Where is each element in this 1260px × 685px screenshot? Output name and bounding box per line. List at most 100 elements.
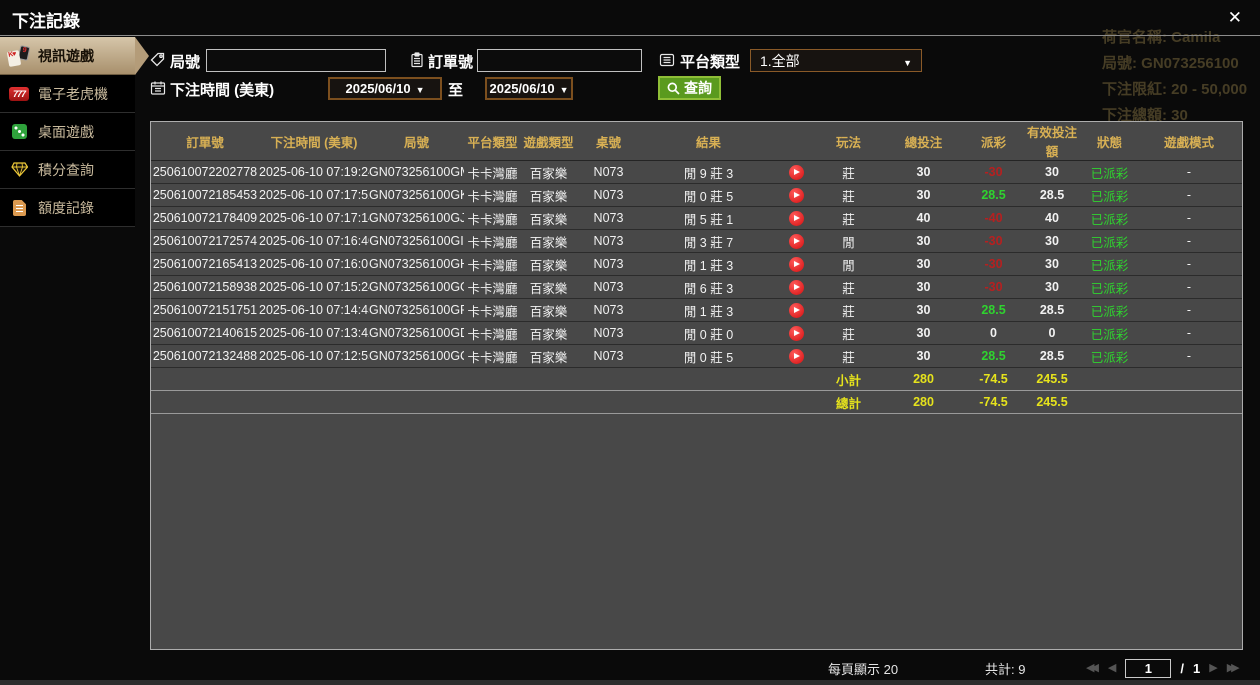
total-row-payout: -74.5	[979, 395, 1008, 409]
chevron-down-icon	[416, 81, 425, 96]
subtotal-row: 小計 280 -74.5 245.5	[151, 367, 1242, 391]
cell-game-type: 百家樂	[529, 304, 568, 319]
cell-round-no: GN073256100GM	[369, 165, 464, 179]
cell-bet-time: 2025-06-10 07:16:40	[259, 234, 369, 248]
cell-empty	[576, 368, 641, 391]
cell-result: 閒 9 莊 3	[683, 166, 734, 181]
chevron-down-icon	[560, 81, 569, 96]
subtotal-row-valid-bet: 245.5	[1036, 372, 1068, 386]
cell-platform: 卡卡灣廳	[467, 189, 518, 204]
cell-status: 已派彩	[1090, 258, 1129, 273]
cell-empty	[369, 368, 464, 391]
cell-status: 已派彩	[1090, 235, 1129, 250]
play-video-icon[interactable]	[788, 164, 804, 180]
cell-empty	[521, 368, 576, 391]
prev-page-icon[interactable]: ◀	[1108, 656, 1116, 680]
cell-valid-bet: 28.5	[1039, 303, 1065, 317]
sidebar-item-table-games[interactable]: 桌面遊戲	[0, 113, 135, 151]
playing-cards-icon	[6, 44, 31, 67]
cell-status: 已派彩	[1090, 304, 1129, 319]
bet-records-table: 訂單號 下注時間 (美東) 局號 平台類型 遊戲類型 桌號 結果 玩法 總投注 …	[150, 121, 1243, 650]
col-play: 玩法	[816, 122, 881, 161]
cell-game-mode: -	[1186, 303, 1192, 317]
round-no-input[interactable]	[206, 49, 386, 72]
document-icon	[8, 199, 30, 216]
play-video-icon[interactable]	[788, 187, 804, 203]
list-icon	[659, 52, 675, 73]
cell-result: 閒 3 莊 7	[683, 235, 734, 250]
play-video-icon[interactable]	[788, 302, 804, 318]
close-icon[interactable]: ✕	[1228, 8, 1242, 28]
next-page-icon[interactable]: ▶	[1209, 656, 1217, 680]
cell-game-type: 百家樂	[529, 212, 568, 227]
cell-status: 已派彩	[1090, 350, 1129, 365]
search-icon	[667, 82, 680, 95]
play-video-icon[interactable]	[788, 325, 804, 341]
col-order-no: 訂單號	[151, 122, 259, 161]
subtotal-row-payout: -74.5	[979, 372, 1008, 386]
table-row: 250610072151751 2025-06-10 07:14:45 GN0732…	[151, 299, 1242, 322]
page-input[interactable]	[1125, 658, 1172, 678]
col-table-no: 桌號	[576, 122, 641, 161]
cell-order-no: 250610072140615	[152, 326, 258, 340]
cell-table-no: N073	[593, 326, 624, 340]
date-from-value: 2025/06/10	[345, 81, 411, 96]
play-video-icon[interactable]	[788, 256, 804, 272]
per-page-display: 每頁顯示 20	[828, 659, 898, 678]
per-page-value: 20	[883, 662, 899, 677]
cell-table-no: N073	[593, 234, 624, 248]
col-result: 結果	[641, 122, 776, 161]
cell-game-type: 百家樂	[529, 166, 568, 181]
cell-empty	[776, 368, 816, 391]
backdrop-round-no: 局號: GN073256100	[1102, 55, 1239, 72]
cell-empty	[641, 368, 776, 391]
slot-777-icon	[8, 86, 30, 101]
cell-game-type: 百家樂	[529, 350, 568, 365]
table-row: 250610072132488 2025-06-10 07:12:55 GN0732…	[151, 345, 1242, 368]
cell-video	[776, 184, 816, 207]
date-to-picker[interactable]: 2025/06/10	[485, 77, 573, 100]
cell-platform: 卡卡灣廳	[467, 258, 518, 273]
cell-bet-time: 2025-06-10 07:17:14	[259, 211, 369, 225]
total-row-valid-bet: 245.5	[1036, 395, 1068, 409]
total-row-total-bet: 280	[913, 395, 934, 409]
cell-total-bet: 30	[916, 257, 931, 271]
first-page-icon[interactable]: ◀◀	[1086, 656, 1099, 680]
cell-round-no: GN073256100GD	[369, 326, 464, 340]
cell-empty	[151, 368, 259, 391]
cell-bet-time: 2025-06-10 07:16:01	[259, 257, 369, 271]
play-video-icon[interactable]	[788, 348, 804, 364]
cell-game-mode: -	[1186, 165, 1192, 179]
cell-valid-bet: 30	[1045, 257, 1059, 271]
cell-game-mode: -	[1186, 257, 1192, 271]
cell-table-no: N073	[593, 257, 624, 271]
chevron-down-icon	[903, 53, 912, 69]
date-from-picker[interactable]: 2025/06/10	[328, 77, 442, 100]
cell-status: 已派彩	[1090, 189, 1129, 204]
play-video-icon[interactable]	[788, 279, 804, 295]
sidebar-item-slots[interactable]: 電子老虎機	[0, 75, 135, 113]
search-button[interactable]: 查詢	[658, 76, 721, 100]
cell-empty	[464, 368, 521, 391]
col-platform: 平台類型	[464, 122, 521, 161]
cell-play: 莊	[842, 304, 855, 319]
table-row: 250610072140615 2025-06-10 07:13:42 GN0732…	[151, 322, 1242, 345]
col-valid-bet: 有效投注額	[1021, 122, 1083, 161]
cell-video	[776, 161, 816, 184]
play-video-icon[interactable]	[788, 210, 804, 226]
sidebar-item-points-inquiry[interactable]: 積分查詢	[0, 151, 135, 189]
play-video-icon[interactable]	[788, 233, 804, 249]
platform-type-select[interactable]: 1.全部	[750, 49, 922, 72]
cell-video	[776, 322, 816, 345]
last-page-icon[interactable]: ▶▶	[1227, 656, 1240, 680]
page-total: 1	[1193, 660, 1201, 676]
sidebar-item-credit-records[interactable]: 額度記錄	[0, 189, 135, 227]
sidebar-item-video-games[interactable]: 視訊遊戲	[0, 37, 135, 75]
cell-play: 莊	[842, 212, 855, 227]
order-no-input[interactable]	[477, 49, 642, 72]
calendar-icon	[150, 80, 166, 101]
cell-order-no: 250610072185453	[152, 188, 258, 202]
cell-payout: 28.5	[981, 303, 1006, 317]
cell-play: 莊	[842, 350, 855, 365]
page-separator: /	[1180, 660, 1185, 676]
